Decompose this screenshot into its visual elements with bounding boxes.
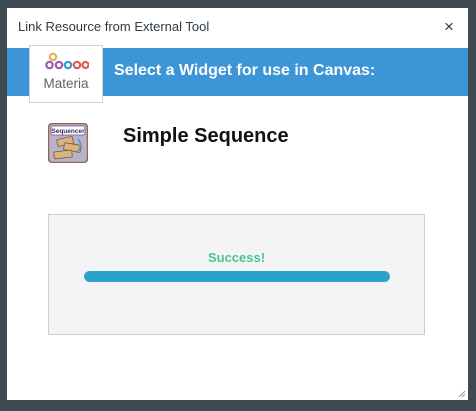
dialog-title: Link Resource from External Tool (18, 19, 210, 34)
widget-title: Simple Sequence (123, 125, 289, 147)
banner-heading: Select a Widget for use in Canvas: (114, 62, 376, 79)
materia-logo-text: Materia (43, 76, 89, 91)
close-icon: × (444, 17, 454, 36)
widget-icon-label: Sequencer (51, 128, 85, 135)
external-tool-dialog: Link Resource from External Tool × Selec… (7, 8, 468, 400)
close-button[interactable]: × (439, 17, 459, 37)
dialog-titlebar: Link Resource from External Tool × (7, 8, 468, 49)
status-message: Success! (207, 250, 266, 265)
resize-grip-icon[interactable] (458, 390, 466, 398)
progress-bar-fill (84, 271, 390, 282)
simple-sequence-widget-icon: Sequencer (48, 123, 88, 163)
progress-bar (84, 271, 390, 282)
materia-logo: Materia (29, 45, 103, 103)
materia-logo-icon (45, 52, 89, 70)
status-panel: Success! (48, 214, 425, 335)
